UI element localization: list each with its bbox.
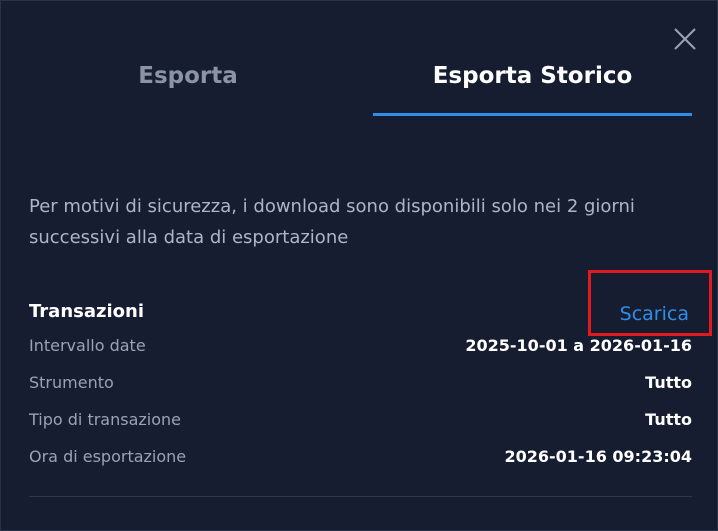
export-history-dialog: Esporta Esporta Storico Per motivi di si…: [0, 0, 718, 531]
export-time-value: 2026-01-16 09:23:04: [504, 447, 692, 466]
date-range-label: Intervallo date: [29, 336, 146, 355]
transaction-type-row: Tipo di transazione Tutto: [29, 410, 692, 434]
date-range-value: 2025-10-01 a 2026-01-16: [465, 336, 692, 355]
tab-export-label: Esporta: [138, 63, 238, 89]
download-label: Scarica: [619, 303, 689, 325]
security-notice: Per motivi di sicurezza, i download sono…: [29, 196, 635, 248]
tab-export[interactable]: Esporta: [29, 41, 347, 116]
export-time-label: Ora di esportazione: [29, 447, 187, 466]
date-range-row: Intervallo date 2025-10-01 a 2026-01-16: [29, 336, 692, 360]
divider: [29, 496, 692, 497]
transaction-type-label: Tipo di transazione: [29, 410, 181, 429]
tab-bar: Esporta Esporta Storico: [29, 41, 692, 116]
export-time-row: Ora di esportazione 2026-01-16 09:23:04: [29, 447, 692, 471]
instrument-label: Strumento: [29, 373, 114, 392]
export-item-title: Transazioni: [29, 301, 144, 322]
tab-export-history[interactable]: Esporta Storico: [373, 41, 692, 116]
transaction-type-value: Tutto: [645, 410, 692, 429]
tab-export-history-label: Esporta Storico: [432, 63, 633, 89]
download-button[interactable]: Scarica: [588, 270, 712, 336]
instrument-row: Strumento Tutto: [29, 373, 692, 397]
instrument-value: Tutto: [645, 373, 692, 392]
active-tab-indicator: [373, 113, 692, 116]
